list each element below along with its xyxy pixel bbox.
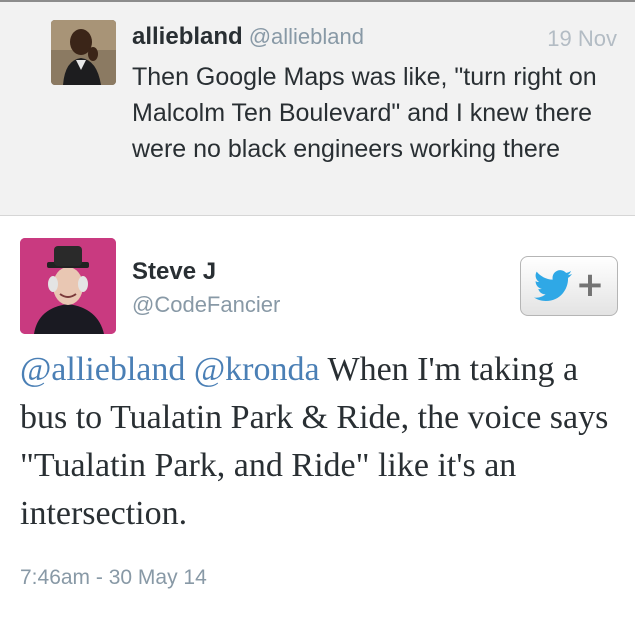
tweet-timestamp[interactable]: 7:46am - 30 May 14 (20, 566, 207, 590)
author-avatar[interactable] (20, 238, 116, 334)
parent-author-name[interactable]: alliebland (132, 23, 243, 50)
parent-author[interactable]: alliebland @alliebland (132, 23, 364, 51)
parent-date: 19 Nov (547, 26, 617, 51)
author-handle[interactable]: @CodeFancier (132, 292, 280, 318)
twitter-bird-icon (533, 270, 572, 302)
tweet-text: @alliebland @kronda When I'm taking a bu… (20, 346, 620, 538)
mention-link[interactable]: @alliebland (20, 351, 185, 388)
tweet-detail-screen: alliebland @alliebland 19 Nov Then Google… (0, 0, 635, 619)
parent-tweet-text: Then Google Maps was like, "turn right o… (132, 63, 597, 163)
parent-author-handle[interactable]: @alliebland (249, 24, 364, 49)
avatar-photo-icon (20, 238, 116, 334)
author-name[interactable]: Steve J (132, 258, 216, 286)
follow-button[interactable]: + (520, 256, 618, 316)
mention-link[interactable]: @kronda (194, 351, 320, 388)
plus-icon: + (575, 265, 605, 305)
parent-tweet[interactable]: alliebland @alliebland 19 Nov Then Google… (0, 0, 635, 216)
parent-avatar[interactable] (51, 20, 116, 85)
avatar-photo-icon (51, 20, 116, 85)
